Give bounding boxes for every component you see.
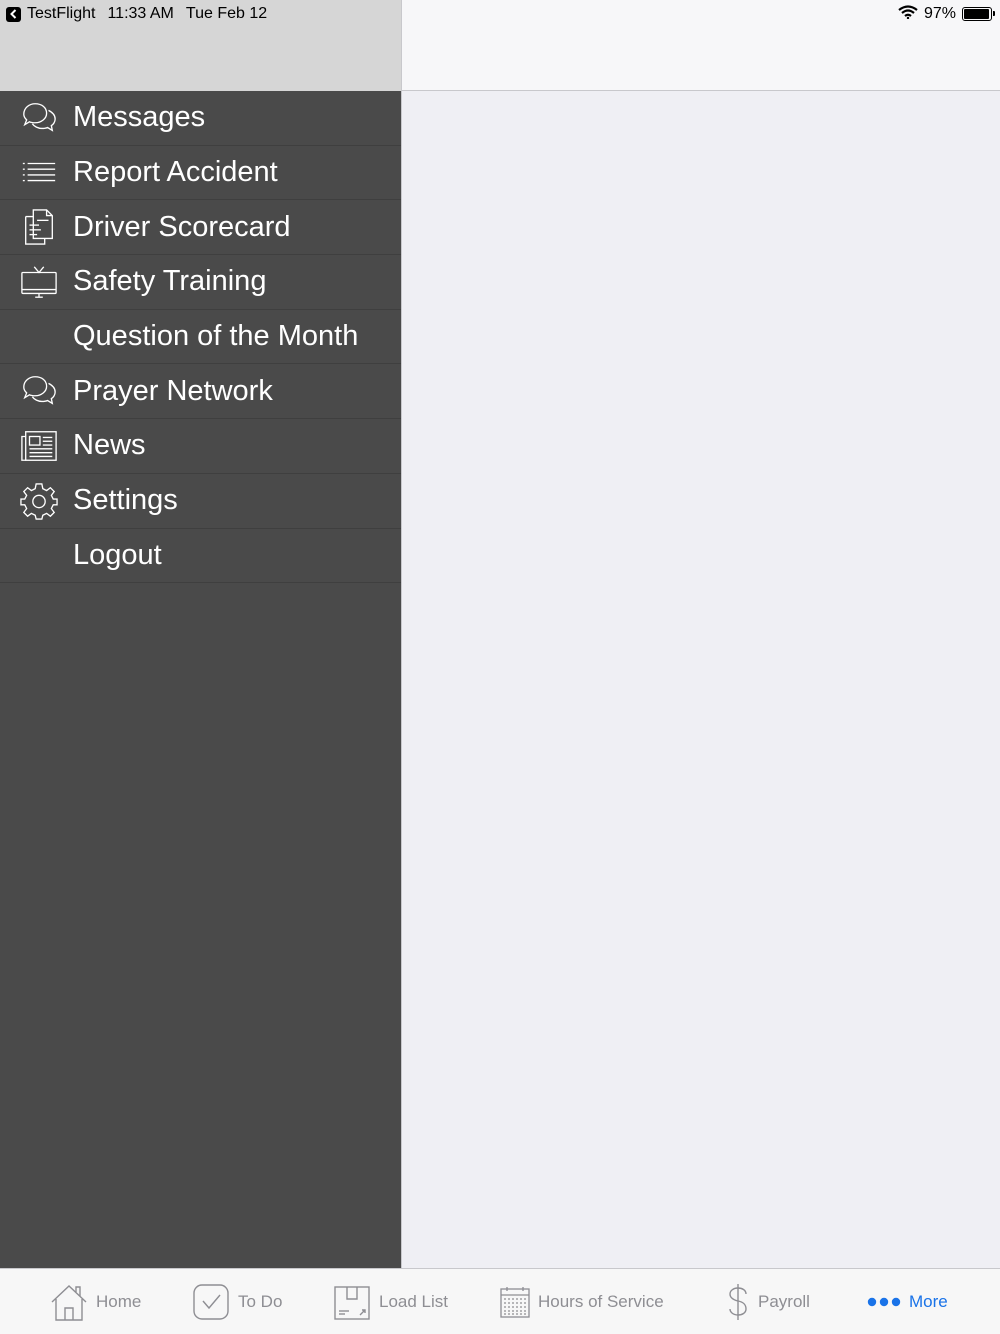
checkbox-icon: [192, 1283, 230, 1321]
chat-bubbles-icon: [19, 98, 59, 138]
menu-item-label: Question of the Month: [73, 320, 359, 353]
tab-label: More: [909, 1292, 948, 1311]
menu-item-messages[interactable]: Messages: [0, 91, 401, 146]
menu-item-driver-scorecard[interactable]: Driver Scorecard: [0, 200, 401, 256]
tab-hours-of-service[interactable]: Hours of Service: [500, 1269, 664, 1334]
battery-percent: 97%: [923, 5, 956, 22]
menu-item-label: Safety Training: [73, 265, 267, 298]
menu-item-label: Logout: [73, 538, 162, 571]
menu-item-label: Report Accident: [73, 156, 278, 189]
newspaper-icon: [19, 426, 59, 466]
more-dots-icon: [867, 1296, 901, 1308]
tab-home[interactable]: Home: [50, 1269, 141, 1334]
back-app-label[interactable]: TestFlight: [27, 5, 95, 23]
status-date: Tue Feb 12: [185, 5, 268, 22]
menu-item-question-of-the-month[interactable]: Question of the Month: [0, 310, 401, 365]
list-icon: [19, 153, 59, 193]
side-menu: Messages Report Accident Driver Scorecar…: [0, 91, 401, 1268]
tab-label: Hours of Service: [538, 1292, 664, 1311]
menu-item-logout[interactable]: Logout: [0, 529, 401, 584]
tab-label: Payroll: [758, 1292, 810, 1311]
menu-item-label: Settings: [73, 484, 178, 517]
tab-label: To Do: [238, 1292, 283, 1311]
wifi-icon: [898, 4, 918, 24]
menu-item-news[interactable]: News: [0, 419, 401, 474]
menu-item-report-accident[interactable]: Report Accident: [0, 146, 401, 201]
status-bar: TestFlight 11:33 AM Tue Feb 12 97%: [0, 0, 1000, 28]
tab-payroll[interactable]: Payroll: [726, 1269, 810, 1334]
tab-load-list[interactable]: Load List: [333, 1269, 448, 1334]
home-icon: [50, 1282, 88, 1322]
battery-icon: [962, 7, 995, 21]
menu-item-label: Driver Scorecard: [73, 210, 291, 243]
tab-label: Load List: [379, 1292, 448, 1311]
gear-icon: [19, 481, 59, 521]
empty-icon-slot: [19, 535, 59, 575]
chat-bubbles-icon: [19, 371, 59, 411]
empty-icon-slot: [19, 317, 59, 357]
tab-to-do[interactable]: To Do: [192, 1269, 282, 1334]
menu-item-safety-training[interactable]: Safety Training: [0, 255, 401, 310]
tv-icon: [19, 262, 59, 302]
detail-pane: [402, 92, 1000, 1268]
status-time: 11:33 AM: [107, 5, 174, 22]
menu-item-prayer-network[interactable]: Prayer Network: [0, 364, 401, 420]
box-icon: [333, 1283, 371, 1321]
calendar-icon: [500, 1286, 530, 1318]
menu-item-label: Messages: [73, 101, 206, 134]
menu-item-label: Prayer Network: [73, 374, 273, 407]
dollar-icon: [726, 1282, 750, 1322]
back-to-app-icon[interactable]: [6, 6, 21, 22]
menu-item-settings[interactable]: Settings: [0, 474, 401, 529]
tab-bar: Home To Do Load List Hours of Service Pa…: [0, 1268, 1000, 1334]
document-icon: [19, 207, 59, 247]
tab-label: Home: [96, 1292, 142, 1311]
tab-more[interactable]: More: [867, 1269, 948, 1334]
menu-item-label: News: [73, 429, 146, 462]
